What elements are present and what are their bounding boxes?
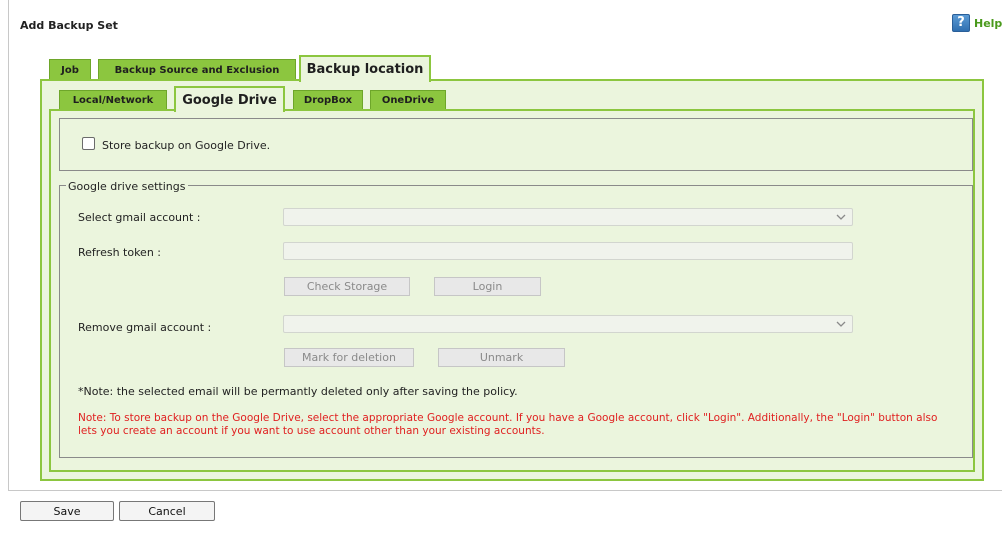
remove-gmail-dropdown[interactable] — [283, 315, 853, 333]
store-backup-label: Store backup on Google Drive. — [102, 139, 271, 152]
check-storage-button[interactable]: Check Storage — [284, 277, 410, 296]
refresh-token-label: Refresh token : — [78, 246, 161, 259]
google-drive-warning: Note: To store backup on the Google Driv… — [78, 412, 938, 437]
deletion-note: *Note: the selected email will be perman… — [78, 385, 518, 398]
help-icon: ? — [952, 14, 970, 32]
save-button[interactable]: Save — [20, 501, 114, 521]
refresh-token-input[interactable] — [283, 242, 853, 260]
subtab-onedrive[interactable]: OneDrive — [370, 90, 446, 111]
subtab-local-network[interactable]: Local/Network — [59, 90, 167, 111]
settings-legend: Google drive settings — [66, 180, 188, 193]
login-button[interactable]: Login — [434, 277, 541, 296]
help-link[interactable]: ? Help — [952, 14, 1002, 32]
subtab-google-drive[interactable]: Google Drive — [174, 86, 285, 112]
store-backup-checkbox[interactable] — [82, 137, 95, 150]
cancel-button[interactable]: Cancel — [119, 501, 215, 521]
help-label: Help — [974, 16, 1002, 30]
subtab-dropbox[interactable]: DropBox — [293, 90, 363, 111]
chevron-down-icon — [836, 214, 846, 220]
dialog-title: Add Backup Set — [20, 19, 118, 32]
tab-backup-source-exclusion[interactable]: Backup Source and Exclusion — [98, 59, 296, 81]
mark-for-deletion-button[interactable]: Mark for deletion — [284, 348, 414, 367]
tab-backup-location[interactable]: Backup location — [299, 55, 431, 82]
remove-gmail-label: Remove gmail account : — [78, 321, 212, 334]
chevron-down-icon — [836, 321, 846, 327]
unmark-button[interactable]: Unmark — [438, 348, 565, 367]
select-gmail-label: Select gmail account : — [78, 211, 201, 224]
select-gmail-dropdown[interactable] — [283, 208, 853, 226]
tab-job[interactable]: Job — [49, 59, 91, 81]
